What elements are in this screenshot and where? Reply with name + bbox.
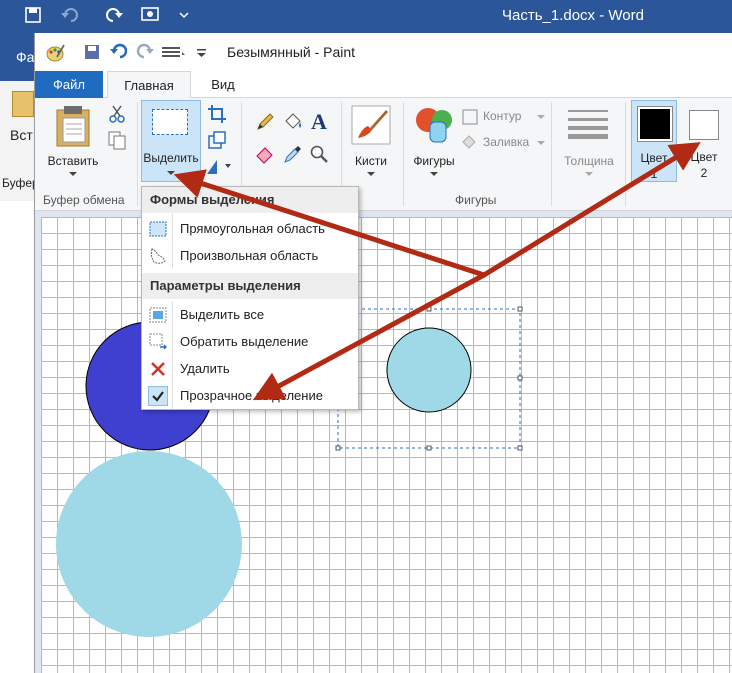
svg-text:A: A [311, 110, 327, 132]
checkmark-icon [148, 386, 168, 406]
undo-icon[interactable] [109, 43, 128, 61]
word-file-tab[interactable]: Фа [16, 49, 34, 65]
menu-item-label: Удалить [180, 361, 230, 376]
chevron-down-icon [585, 172, 593, 176]
undo-icon[interactable] [60, 6, 82, 26]
save-icon[interactable] [83, 43, 101, 61]
pencil-icon[interactable] [255, 112, 275, 132]
rotate-icon[interactable] [205, 156, 233, 176]
menu-item-delete[interactable]: Удалить [142, 355, 358, 382]
paint-ribbon-tabs: Файл Главная Вид [35, 71, 732, 99]
fill-dropdown[interactable]: Заливка [461, 132, 545, 154]
tab-file[interactable]: Файл [35, 71, 103, 98]
brush-icon [351, 105, 391, 145]
chevron-down-icon [367, 172, 375, 176]
fill-label: Заливка [483, 135, 530, 149]
brushes-label: Кисти [355, 154, 387, 168]
group-label-shapes: Фигуры [455, 193, 497, 207]
menu-item-label: Выделить все [180, 307, 265, 322]
ribbon-separator [137, 102, 138, 206]
magnifier-icon[interactable] [309, 144, 329, 164]
eraser-icon[interactable] [255, 144, 275, 164]
redo-icon[interactable] [135, 43, 154, 61]
cut-icon[interactable] [107, 104, 127, 124]
color1-button[interactable]: Цвет 1 [631, 100, 677, 182]
select-all-icon [148, 305, 168, 325]
line-thickness-icon [568, 110, 608, 139]
color1-label: Цвет [640, 151, 668, 165]
menu-item-free-form-selection[interactable]: Произвольная область [142, 242, 358, 269]
delete-icon [148, 359, 168, 379]
select-dropdown-menu: Формы выделения Прямоугольная область Пр… [141, 186, 359, 410]
line-menu-icon[interactable] [161, 43, 187, 61]
color2-label: Цвет [690, 150, 718, 164]
ribbon-separator [551, 102, 552, 206]
menu-item-label: Прямоугольная область [180, 221, 325, 236]
paste-icon [56, 106, 90, 147]
paint-titlebar: Безымянный - Paint [35, 33, 732, 71]
menu-item-label: Обратить выделение [180, 334, 309, 349]
ribbon-separator [403, 102, 404, 206]
select-button[interactable]: Выделить [141, 100, 201, 182]
color2-number: 2 [700, 166, 708, 180]
word-paste-label[interactable]: Вст [10, 127, 33, 143]
shapes-label: Фигуры [413, 154, 455, 168]
touch-mode-icon[interactable] [140, 6, 160, 26]
chevron-down-icon [69, 172, 77, 176]
resize-icon[interactable] [207, 130, 227, 150]
menu-item-invert-selection[interactable]: Обратить выделение [142, 328, 358, 355]
menu-item-rectangular-selection[interactable]: Прямоугольная область [142, 215, 358, 242]
menu-header-selection-shapes: Формы выделения [142, 187, 358, 213]
color-picker-icon[interactable] [283, 144, 303, 164]
customize-quick-access-icon[interactable] [195, 43, 213, 61]
canvas-area [35, 211, 732, 673]
copy-icon[interactable] [107, 130, 127, 150]
menu-header-selection-options: Параметры выделения [142, 273, 358, 299]
crop-icon[interactable] [207, 104, 227, 124]
shapes-icon [416, 108, 452, 143]
chevron-down-icon [430, 172, 438, 176]
color1-number: 1 [650, 167, 658, 181]
brushes-button[interactable]: Кисти [345, 100, 397, 182]
fill-icon [462, 135, 476, 149]
customize-quick-access-icon[interactable] [178, 6, 190, 26]
word-document-title: Часть_1.docx - Word [502, 7, 644, 24]
menu-item-label: Произвольная область [180, 248, 319, 263]
invert-selection-icon [148, 332, 168, 352]
select-label: Выделить [143, 151, 199, 165]
paint-window-title: Безымянный - Paint [227, 44, 356, 60]
group-label-clipboard: Буфер обмена [43, 193, 125, 207]
color2-swatch [689, 110, 719, 140]
ribbon-separator [625, 102, 626, 206]
text-icon[interactable]: A [309, 109, 329, 134]
outline-label: Контур [483, 109, 522, 123]
shapes-button[interactable]: Фигуры [407, 100, 461, 182]
menu-item-label: Прозрачное выделение [180, 388, 323, 403]
outline-icon [462, 109, 478, 125]
tab-home[interactable]: Главная [107, 71, 191, 99]
paint-window: Безымянный - Paint Файл Главная Вид Вста… [34, 33, 732, 673]
size-label: Толщина [564, 154, 614, 168]
fill-bucket-icon[interactable] [283, 112, 303, 132]
free-form-selection-icon [148, 246, 168, 266]
paste-button[interactable]: Вставить [43, 100, 103, 182]
chevron-down-icon [537, 115, 545, 119]
rectangle-selection-icon [148, 219, 168, 239]
menu-item-transparent-selection[interactable]: Прозрачное выделение [142, 382, 358, 409]
menu-item-select-all[interactable]: Выделить все [142, 301, 358, 328]
word-titlebar: Часть_1.docx - Word [0, 0, 732, 33]
select-rectangle-icon [152, 109, 188, 135]
chevron-down-icon [537, 141, 545, 145]
outline-dropdown[interactable]: Контур [461, 106, 545, 128]
color1-swatch [637, 106, 673, 142]
paint-app-icon[interactable] [45, 43, 65, 62]
redo-icon[interactable] [104, 6, 124, 26]
tab-view[interactable]: Вид [201, 71, 245, 98]
chevron-down-icon [167, 171, 175, 175]
paste-label: Вставить [47, 154, 99, 168]
save-icon[interactable] [24, 6, 42, 26]
word-paste-icon[interactable] [12, 91, 34, 117]
size-button[interactable]: Толщина [555, 100, 621, 182]
paint-ribbon: Вставить Буфер обмена Выделить A Кисти Ф… [35, 98, 732, 211]
